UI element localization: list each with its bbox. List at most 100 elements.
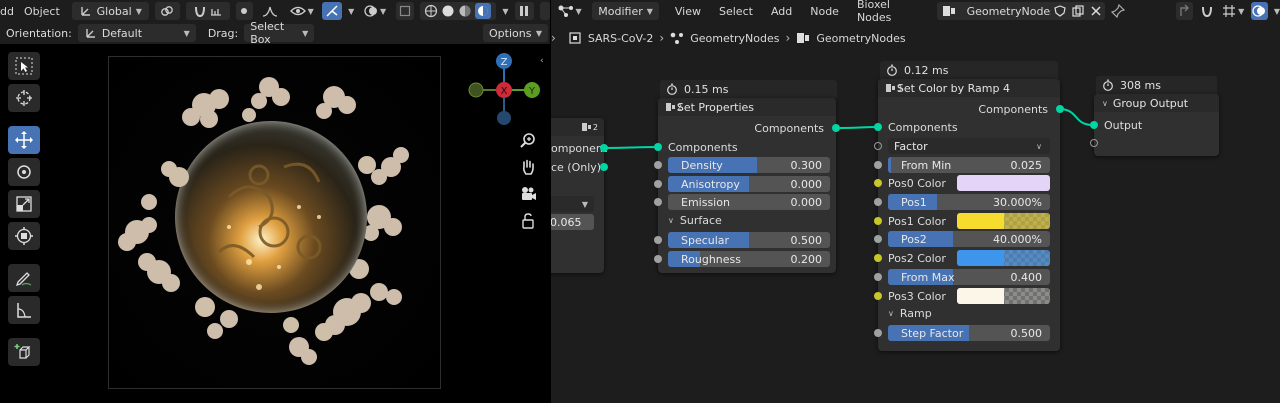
header-overflow[interactable]	[540, 2, 550, 20]
overlays-dropdown[interactable]: ▼	[360, 2, 390, 20]
link-color-ramp-to-group-output[interactable]	[1058, 108, 1094, 126]
material-shading-icon[interactable]	[458, 4, 472, 18]
pos3-color-socket[interactable]	[874, 292, 882, 300]
orientation-dropdown[interactable]: Default ▼	[77, 24, 196, 42]
cursor-tool[interactable]	[8, 84, 40, 112]
drag-label: Drag:	[207, 26, 239, 40]
lock-camera-button[interactable]	[517, 210, 539, 232]
anisotropy-field[interactable]: Anisotropy 0.000	[668, 176, 830, 192]
object-menu[interactable]: Object	[24, 5, 60, 18]
add-cube-icon	[14, 344, 31, 359]
from-min-field[interactable]: From Min 0.025	[888, 157, 1050, 173]
gizmo-toggle-button[interactable]	[322, 2, 343, 20]
pos1-field[interactable]: Pos1 30.000%	[888, 194, 1050, 210]
from-max-socket[interactable]	[874, 273, 882, 281]
color-ramp-output-socket[interactable]	[1056, 105, 1064, 113]
xray-toggle-button[interactable]	[395, 2, 414, 20]
set-properties-header[interactable]: ∨ Set Properties 2	[658, 98, 836, 116]
visibility-dropdown[interactable]: ▼	[287, 2, 317, 20]
zoom-button[interactable]	[517, 129, 539, 151]
pivot-point-button[interactable]	[154, 2, 181, 20]
roughness-field[interactable]: Roughness 0.200	[668, 251, 830, 267]
sidebar-toggle-arrow-icon[interactable]: ‹	[540, 56, 544, 66]
transform-orientation-dropdown[interactable]: Global ▼	[71, 2, 149, 20]
surface-panel-toggle[interactable]: ∨ Surface	[668, 211, 722, 229]
set-properties-node[interactable]: ∨ Set Properties 2 Components Components…	[654, 98, 840, 273]
emission-field[interactable]: Emission 0.000	[668, 194, 830, 210]
rotate-tool[interactable]	[8, 158, 40, 186]
3d-viewport[interactable]: dd Object Global ▼ ▼ ▼ ▼ ▼ Orientation: …	[0, 0, 550, 403]
partial-node[interactable]: 2 omponent ce (Only) ▼ 0.065	[551, 118, 608, 273]
collapse-chevron-icon[interactable]: ∨	[1102, 99, 1108, 108]
gizmo-neg-z-axis[interactable]	[497, 111, 511, 125]
pos1-color-swatch[interactable]	[957, 213, 1050, 229]
density-field[interactable]: Density 0.300	[668, 157, 830, 173]
anisotropy-socket[interactable]	[654, 180, 662, 188]
color-ramp-input-socket[interactable]	[874, 123, 882, 131]
pos2-color-swatch[interactable]	[957, 250, 1050, 266]
color-ramp-header[interactable]: ∨ Set Color by Ramp 4 3	[878, 79, 1060, 97]
pos2-field[interactable]: Pos2 40.000%	[888, 231, 1050, 247]
chevron-down-icon[interactable]: ▼	[502, 7, 508, 16]
specular-socket[interactable]	[654, 236, 662, 244]
set-color-by-ramp-node[interactable]: ∨ Set Color by Ramp 4 3 Components Compo…	[874, 79, 1064, 351]
proportional-edit-button[interactable]	[235, 2, 254, 20]
proportional-falloff-button[interactable]	[259, 2, 281, 20]
gizmo-neg-y-axis[interactable]	[468, 82, 484, 98]
add-cube-tool[interactable]	[8, 338, 40, 366]
rendered-shading-icon[interactable]	[475, 3, 492, 19]
step-factor-field[interactable]: Step Factor 0.500	[888, 325, 1050, 341]
ramp-panel-toggle[interactable]: ∨ Ramp	[888, 304, 932, 322]
pos1-socket[interactable]	[874, 198, 882, 206]
pan-button[interactable]	[517, 156, 539, 178]
partial-output-socket-2[interactable]	[600, 163, 608, 171]
solid-shading-icon[interactable]	[441, 4, 455, 18]
chevron-down-icon: ▼	[535, 28, 542, 38]
measure-tool[interactable]	[8, 296, 40, 324]
geometry-node-editor[interactable]: ▼ Modifier ▼ View Select Add Node Bioxel…	[551, 0, 1280, 403]
shading-mode-group[interactable]	[419, 2, 497, 20]
pos2-socket[interactable]	[874, 235, 882, 243]
pos3-color-swatch[interactable]	[957, 288, 1050, 304]
pos0-color-socket[interactable]	[874, 179, 882, 187]
partial-value-field[interactable]: 0.065	[551, 214, 594, 230]
partial-node-header: 2	[551, 118, 604, 136]
transform-tool[interactable]	[8, 222, 40, 250]
navigation-gizmo[interactable]: Z Y X	[462, 50, 548, 130]
svg-text:Y: Y	[528, 86, 536, 97]
group-output-empty-socket[interactable]	[1090, 139, 1098, 147]
pos1-color-socket[interactable]	[874, 217, 882, 225]
pause-render-button[interactable]	[514, 2, 535, 20]
group-output-input-socket[interactable]	[1090, 121, 1098, 129]
move-tool[interactable]	[8, 126, 40, 154]
scale-tool[interactable]	[8, 190, 40, 218]
step-factor-socket[interactable]	[874, 329, 882, 337]
pos2-color-socket[interactable]	[874, 254, 882, 262]
group-output-header[interactable]: ∨ Group Output	[1094, 94, 1219, 112]
snapping-button[interactable]	[186, 2, 230, 20]
annotate-tool[interactable]	[8, 264, 40, 292]
chevron-down-icon[interactable]: ▼	[348, 7, 354, 16]
partial-dropdown[interactable]: ▼	[551, 196, 594, 212]
mode-selector-fragment[interactable]: dd	[0, 5, 14, 18]
density-socket[interactable]	[654, 161, 662, 169]
partial-output-socket-1[interactable]	[600, 144, 608, 152]
roughness-socket[interactable]	[654, 255, 662, 263]
link-partial-to-set-properties[interactable]	[603, 146, 659, 149]
select-box-tool[interactable]	[8, 52, 40, 80]
link-set-properties-to-color-ramp[interactable]	[839, 126, 879, 129]
group-output-node[interactable]: ∨ Group Output Output	[1090, 94, 1219, 156]
set-properties-output-socket[interactable]	[832, 124, 840, 132]
factor-dropdown[interactable]: Factor ∨	[888, 138, 1050, 154]
factor-socket[interactable]	[874, 142, 882, 150]
wireframe-shading-icon[interactable]	[424, 4, 438, 18]
camera-view-button[interactable]	[517, 183, 539, 205]
emission-socket[interactable]	[654, 198, 662, 206]
drag-dropdown[interactable]: Select Box ▼	[244, 20, 315, 46]
options-dropdown[interactable]: Options ▼	[483, 24, 548, 42]
pos0-color-swatch[interactable]	[957, 175, 1050, 191]
from-max-field[interactable]: From Max 0.400	[888, 269, 1050, 285]
from-min-socket[interactable]	[874, 161, 882, 169]
specular-field[interactable]: Specular 0.500	[668, 232, 830, 248]
set-properties-input-socket[interactable]	[654, 143, 662, 151]
